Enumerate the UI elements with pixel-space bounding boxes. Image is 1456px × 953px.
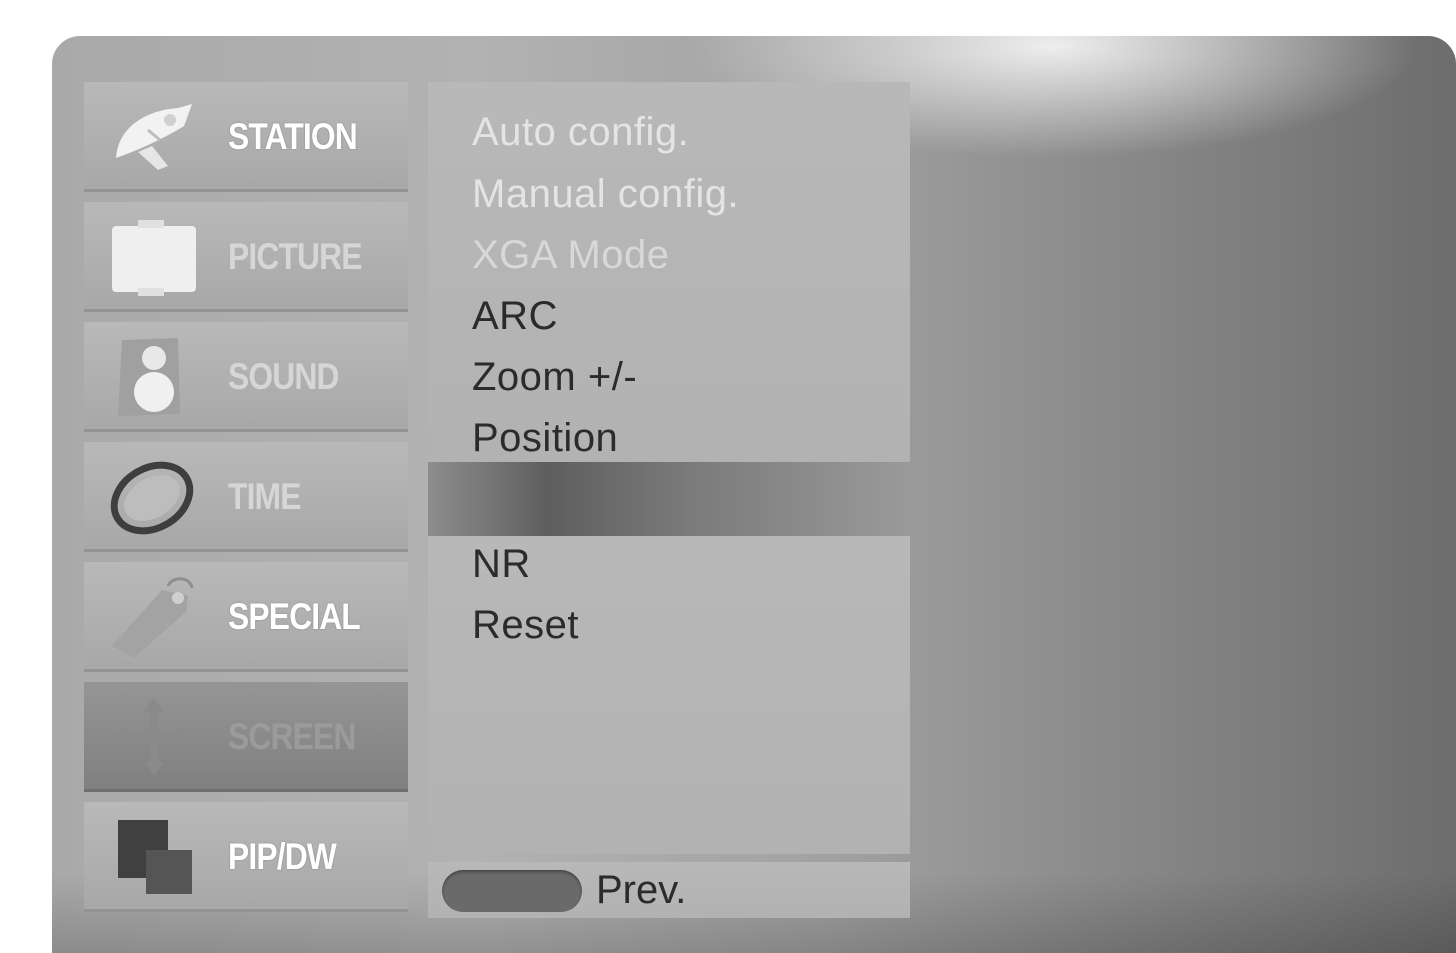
category-menu: STATION PICTURE SOUND TIME SPECIAL SCREE… (84, 82, 408, 922)
osd-menu-window: STATION PICTURE SOUND TIME SPECIAL SCREE… (52, 36, 1456, 953)
menu-item-label: PIP/DW (228, 836, 337, 877)
menu-item-label: STATION (228, 116, 358, 157)
submenu-item-xga-mode[interactable]: XGA Mode (472, 233, 669, 278)
menu-item-special[interactable]: SPECIAL (84, 562, 408, 672)
prev-label: Prev. (596, 868, 687, 912)
submenu-item-nr[interactable]: NR (472, 542, 531, 587)
speaker-icon (108, 336, 200, 418)
satellite-dish-icon (108, 96, 200, 178)
menu-item-time[interactable]: TIME (84, 442, 408, 552)
menu-item-label: TIME (228, 476, 301, 517)
menu-item-pip-dw[interactable]: PIP/DW (84, 802, 408, 912)
picture-icon (108, 216, 200, 298)
clock-ring-icon (108, 456, 200, 538)
menu-item-label: SOUND (228, 356, 339, 397)
menu-item-label: SCREEN (228, 716, 356, 757)
submenu-item-manual-config[interactable]: Manual config. (472, 172, 739, 217)
screen-submenu-lower: NR Reset (428, 536, 910, 854)
menu-item-label: PICTURE (228, 236, 363, 277)
menu-button-icon (442, 870, 582, 912)
pip-windows-icon (108, 816, 200, 898)
menu-item-screen[interactable]: SCREEN (84, 682, 408, 792)
panel-divider (428, 462, 910, 536)
submenu-item-zoom[interactable]: Zoom +/- (472, 355, 637, 400)
help-bar: Prev. (428, 862, 910, 918)
tag-icon (108, 576, 200, 658)
move-arrows-icon (108, 696, 200, 778)
submenu-item-auto-config[interactable]: Auto config. (472, 110, 689, 155)
screen-submenu: Auto config. Manual config. XGA Mode ARC… (428, 82, 910, 462)
menu-item-station[interactable]: STATION (84, 82, 408, 192)
submenu-item-arc[interactable]: ARC (472, 294, 558, 339)
menu-item-sound[interactable]: SOUND (84, 322, 408, 432)
submenu-item-position[interactable]: Position (472, 416, 618, 461)
menu-item-picture[interactable]: PICTURE (84, 202, 408, 312)
menu-item-label: SPECIAL (228, 596, 361, 637)
submenu-item-reset[interactable]: Reset (472, 603, 579, 648)
